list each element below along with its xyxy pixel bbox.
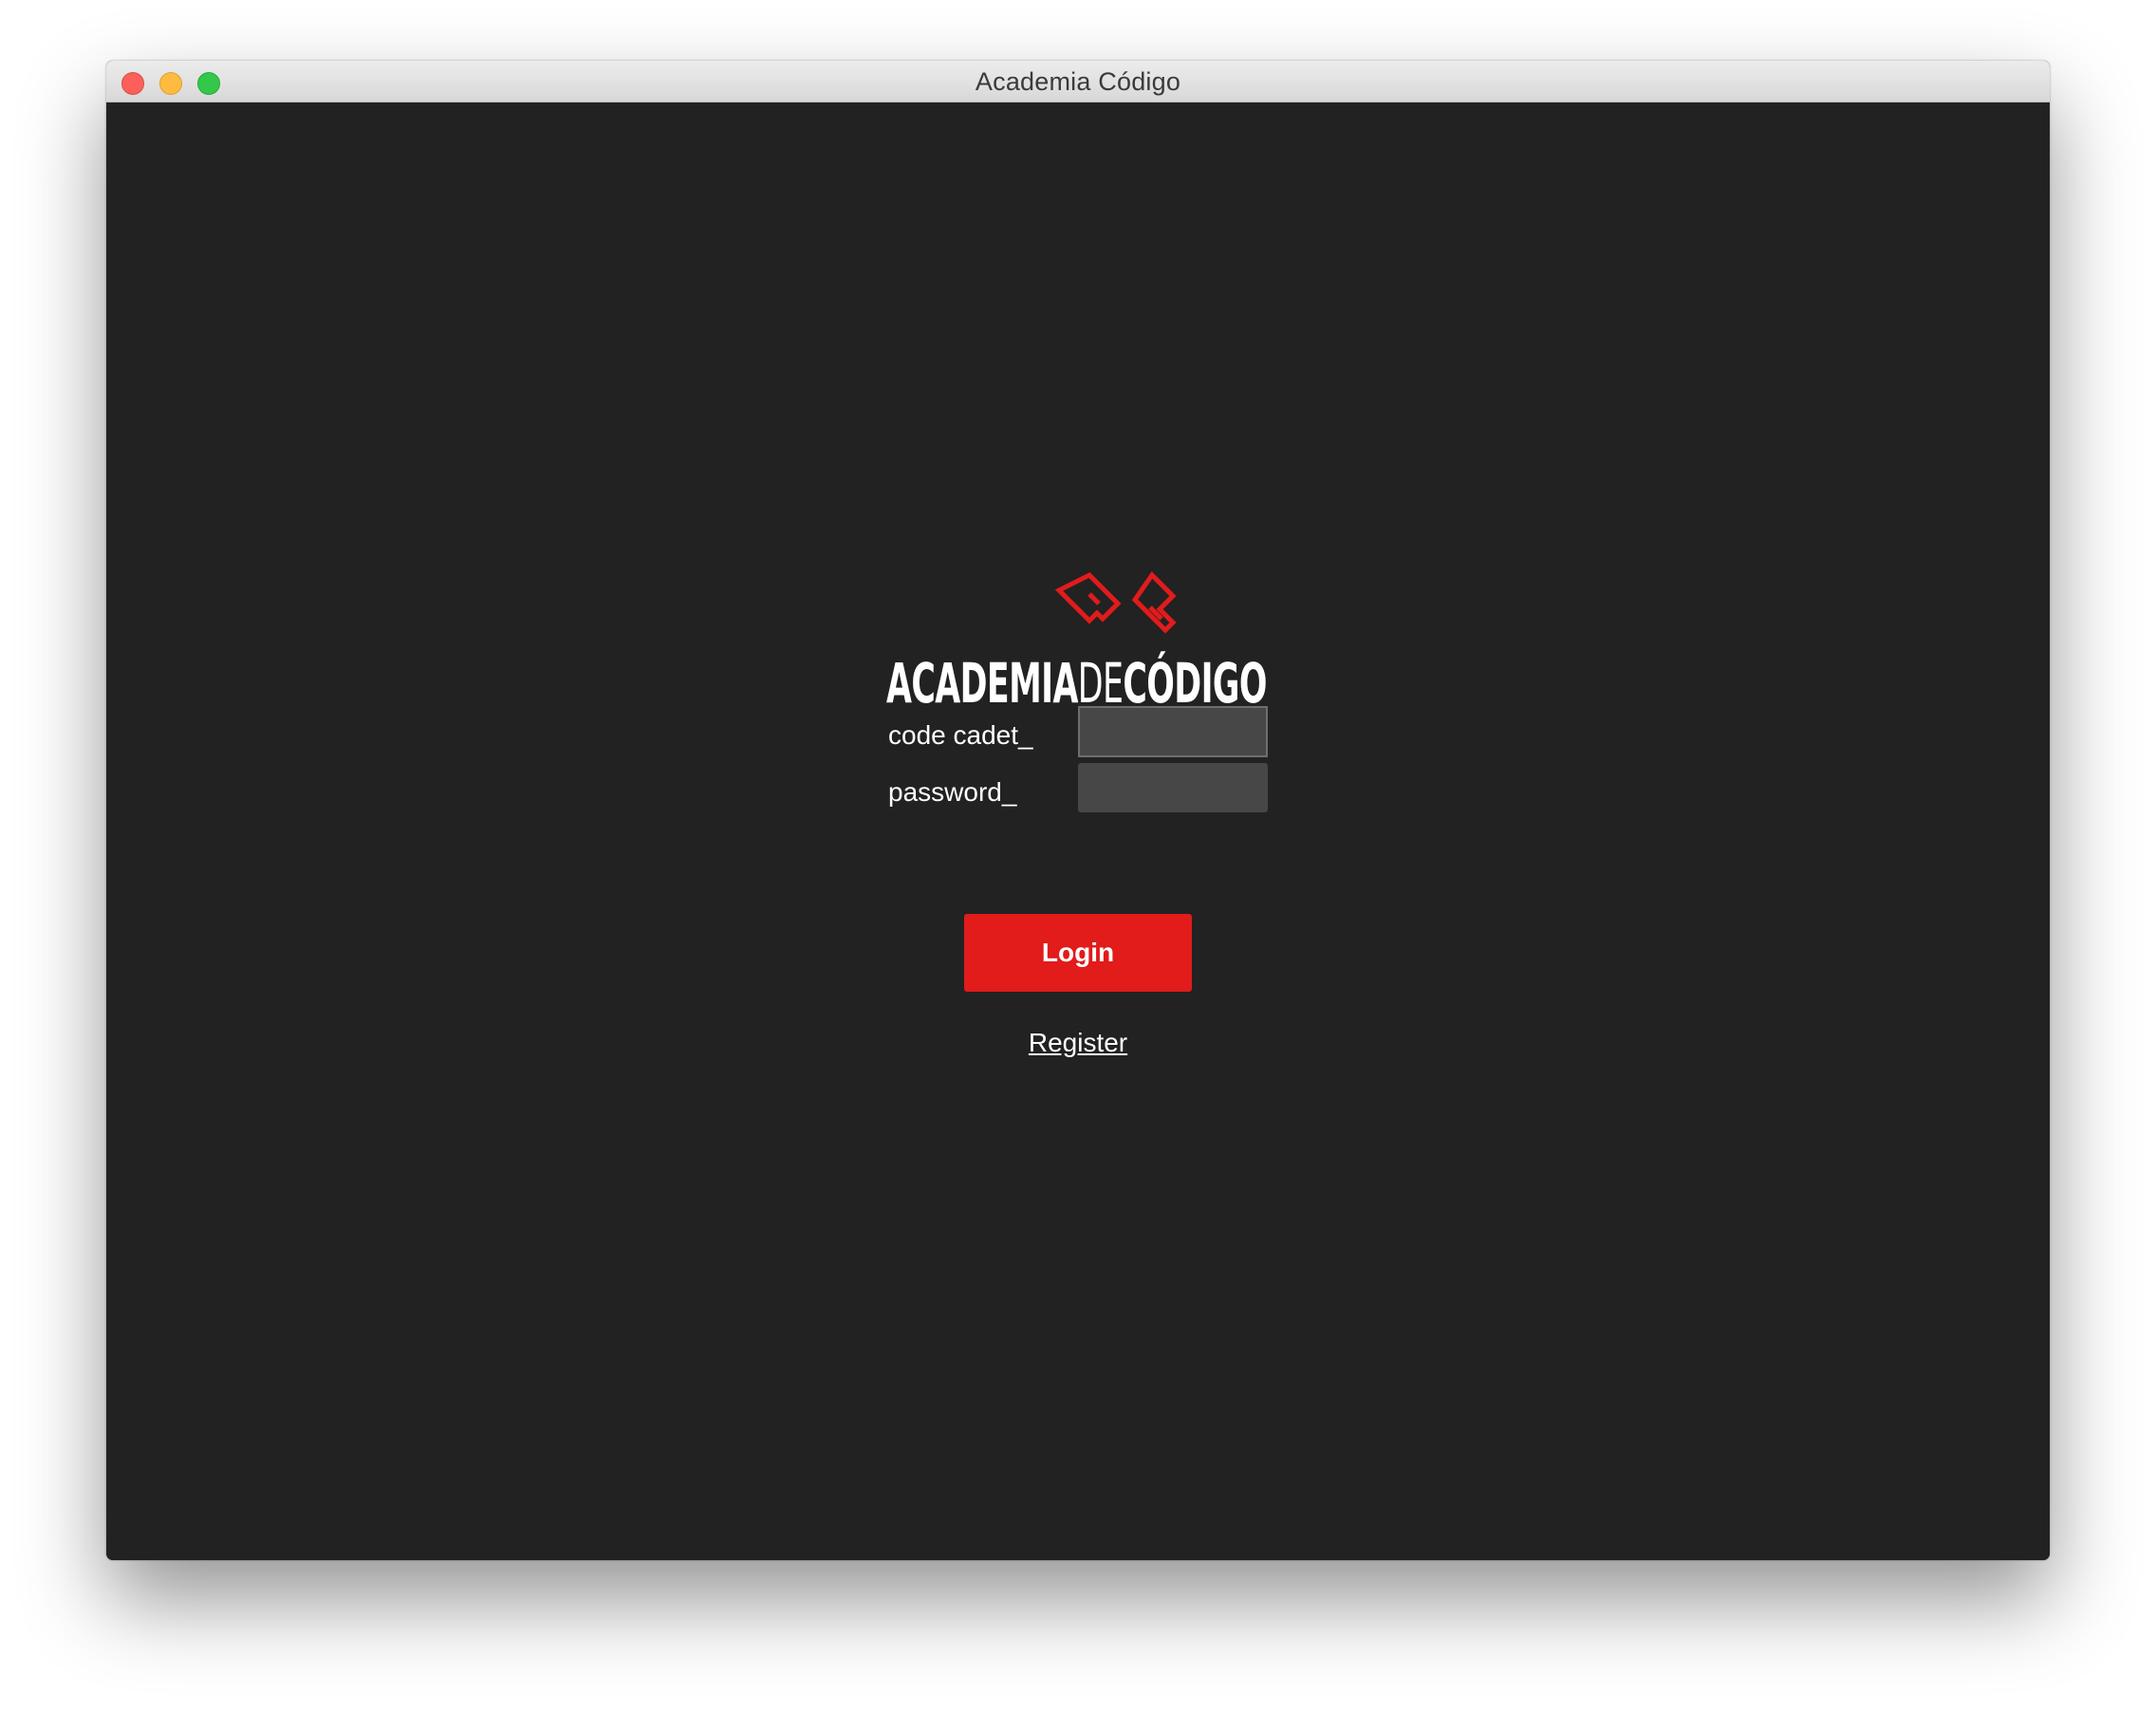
title-bar[interactable]: Academia Código: [106, 61, 2050, 102]
register-link-container: Register: [106, 1027, 2050, 1059]
login-panel: ACADEMIADECÓDIGO code cadet_ password_ L…: [106, 102, 2050, 1560]
app-window: Academia Código ACADEMIADECÓDIGO code ca…: [106, 61, 2050, 1560]
window-title: Academia Código: [975, 67, 1181, 96]
code-cadet-input[interactable]: [1078, 706, 1268, 757]
login-button[interactable]: Login: [964, 914, 1192, 992]
password-input[interactable]: [1078, 763, 1268, 812]
register-link[interactable]: Register: [1029, 1028, 1127, 1057]
password-label: password_: [888, 777, 1017, 807]
academia-logo-icon: [1055, 571, 1177, 634]
code-cadet-label: code cadet_: [888, 720, 1033, 750]
wordmark-academia: ACADEMIA: [886, 651, 1078, 716]
